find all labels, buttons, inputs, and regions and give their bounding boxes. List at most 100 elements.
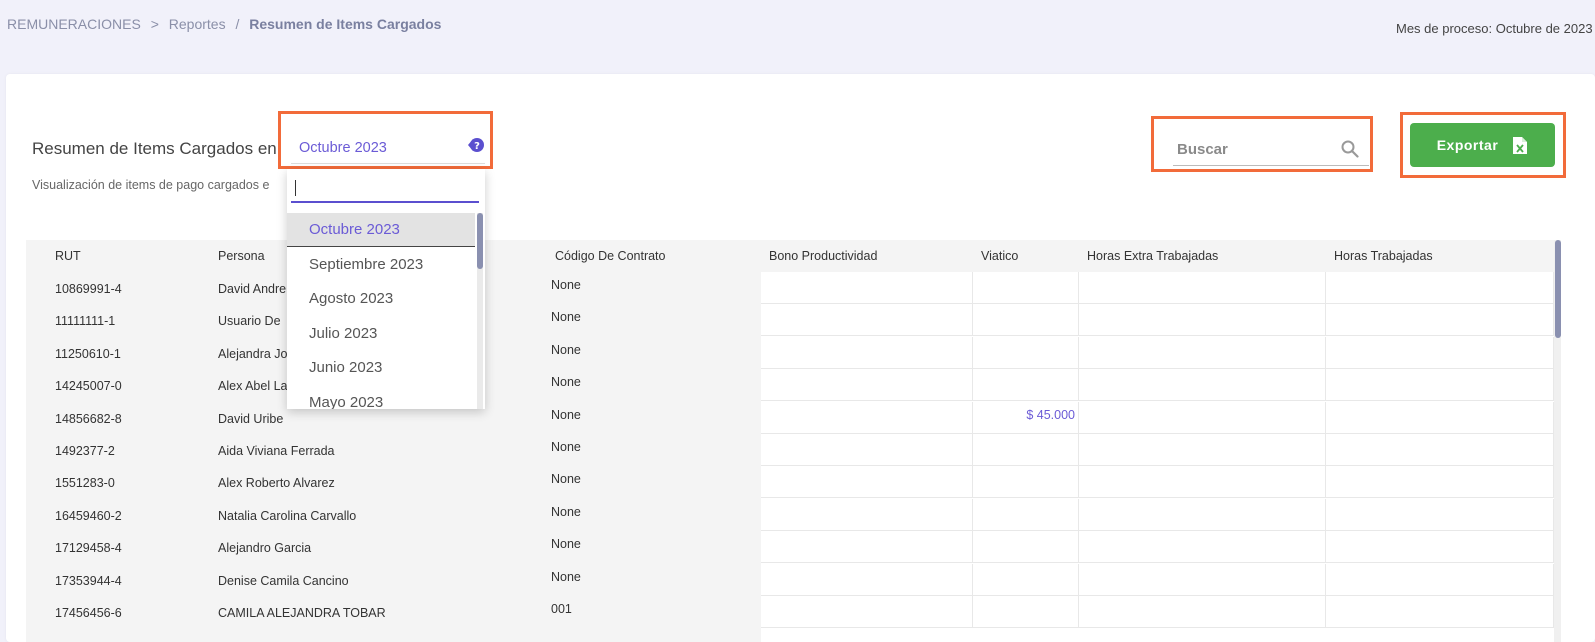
cell-viatico (973, 466, 1079, 499)
column-header-bono[interactable]: Bono Productividad (769, 249, 877, 263)
cell-bono (761, 596, 973, 628)
cell-rut: 10869991-4 (55, 282, 122, 296)
table-row: 17129458-4 Alejandro Garcia None (26, 531, 1554, 564)
cell-horas-extra (1079, 498, 1326, 531)
dropdown-option-label: Octubre 2023 (309, 221, 400, 238)
breadcrumb-reportes-link[interactable]: Reportes (169, 16, 226, 32)
breadcrumb: REMUNERACIONES > Reportes / Resumen de I… (7, 16, 441, 32)
dropdown-option[interactable]: Septiembre 2023 (287, 248, 475, 282)
cell-persona: David Andre (218, 282, 287, 296)
viatico-value: $ 45.000 (1026, 407, 1075, 422)
cell-horas (1326, 304, 1554, 337)
cell-contrato: None (551, 278, 581, 292)
cell-horas-extra (1079, 401, 1326, 434)
breadcrumb-separator: > (150, 16, 159, 32)
cell-rut: 11111111-1 (55, 314, 116, 329)
breadcrumb-separator: / (235, 16, 240, 32)
cell-persona: Alejandra Jo (218, 346, 288, 361)
cell-viatico: $ 45.000 (973, 401, 1079, 434)
column-header-contrato[interactable]: Código De Contrato (555, 249, 665, 263)
dropdown-search-input[interactable] (291, 173, 479, 203)
text-caret (295, 180, 296, 196)
dropdown-option-label: Junio 2023 (309, 359, 383, 377)
cell-rut: 17353944-4 (55, 573, 122, 588)
cell-bono (761, 304, 973, 337)
dropdown-option[interactable]: Octubre 2023 (287, 213, 475, 247)
dropdown-option-label: Mayo 2023 (309, 394, 384, 409)
cell-bono (761, 401, 973, 434)
cell-persona: Denise Camila Cancino (218, 573, 349, 588)
column-header-persona[interactable]: Persona (218, 249, 265, 263)
table-row: 11111111-1 Usuario De None (26, 304, 1554, 337)
cell-rut: 1492377-2 (55, 444, 115, 458)
dropdown-scrollbar-thumb[interactable] (477, 213, 483, 269)
cell-horas-extra (1079, 272, 1326, 304)
dropdown-option[interactable]: Agosto 2023 (287, 282, 475, 316)
cell-viatico (973, 369, 1079, 402)
page-title: Resumen de Items Cargados en (32, 139, 277, 158)
highlight-export (1400, 112, 1566, 178)
cell-persona: Aida Viviana Ferrada (218, 444, 335, 458)
page-subtitle: Visualización de items de pago cargados … (32, 178, 270, 192)
cell-contrato: None (551, 375, 581, 390)
cell-horas (1326, 272, 1554, 304)
cell-horas (1326, 531, 1554, 564)
cell-persona: Usuario De (218, 314, 281, 329)
cell-horas-extra (1079, 531, 1326, 564)
cell-viatico (973, 498, 1079, 531)
cell-contrato: None (551, 504, 581, 519)
cell-horas (1326, 498, 1554, 531)
dropdown-option[interactable]: Mayo 2023 (287, 386, 475, 409)
cell-contrato: None (551, 310, 581, 325)
cell-horas (1326, 563, 1554, 596)
cell-contrato: None (551, 407, 581, 422)
dropdown-option-label: Agosto 2023 (309, 290, 394, 308)
cell-viatico (973, 596, 1079, 628)
table-row: $ 45.000 14856682-8 David Uribe None (26, 401, 1554, 434)
cell-bono (761, 369, 973, 402)
column-header-viatico[interactable]: Viatico (981, 249, 1018, 263)
column-header-rut[interactable]: RUT (55, 249, 81, 263)
cell-persona: Alejandro Garcia (218, 541, 312, 556)
cell-horas (1326, 336, 1554, 369)
cell-viatico (973, 531, 1079, 564)
cell-persona: CAMILA ALEJANDRA TOBAR (218, 606, 386, 620)
cell-persona: Alex Abel La (218, 379, 288, 394)
breadcrumb-root-link[interactable]: REMUNERACIONES (7, 16, 141, 32)
cell-rut: 17456456-6 (55, 606, 122, 620)
cell-rut: 14856682-8 (55, 411, 122, 426)
month-dropdown: Octubre 2023 Septiembre 2023 Agosto 2023 Ju… (287, 169, 485, 409)
cell-contrato: None (551, 472, 581, 487)
cell-persona: Alex Roberto Alvarez (218, 476, 335, 491)
dropdown-option-label: Julio 2023 (309, 324, 378, 342)
cell-bono (761, 434, 973, 466)
table-scrollbar-thumb[interactable] (1555, 240, 1561, 338)
table-row: 16459460-2 Natalia Carolina Carvallo None (26, 498, 1554, 531)
cell-contrato: None (551, 440, 581, 454)
table-row: 14245007-0 Alex Abel La None (26, 369, 1554, 402)
cell-horas-extra (1079, 434, 1326, 466)
cell-rut: 11250610-1 (55, 346, 121, 361)
dropdown-option[interactable]: Julio 2023 (287, 317, 475, 351)
cell-viatico (973, 563, 1079, 596)
table-row: 17456456-6 CAMILA ALEJANDRA TOBAR 001 (26, 596, 1554, 628)
cell-horas (1326, 401, 1554, 434)
cell-horas-extra (1079, 369, 1326, 402)
table-row: 10869991-4 David Andre None (26, 272, 1554, 304)
cell-horas-extra (1079, 466, 1326, 499)
cell-viatico (973, 434, 1079, 466)
cell-bono (761, 466, 973, 499)
table-row: 1492377-2 Aida Viviana Ferrada None (26, 434, 1554, 466)
cell-viatico (973, 304, 1079, 337)
cell-contrato: None (551, 342, 581, 357)
cell-horas-extra (1079, 336, 1326, 369)
cell-contrato: 001 (551, 602, 572, 616)
cell-bono (761, 498, 973, 531)
table-row: 1551283-0 Alex Roberto Alvarez None (26, 466, 1554, 499)
cell-bono (761, 272, 973, 304)
dropdown-option[interactable]: Junio 2023 (287, 351, 475, 385)
column-header-horas[interactable]: Horas Trabajadas (1334, 249, 1433, 263)
cell-rut: 17129458-4 (55, 541, 122, 556)
cell-persona: David Uribe (218, 411, 284, 426)
column-header-horas-extra[interactable]: Horas Extra Trabajadas (1087, 249, 1218, 263)
